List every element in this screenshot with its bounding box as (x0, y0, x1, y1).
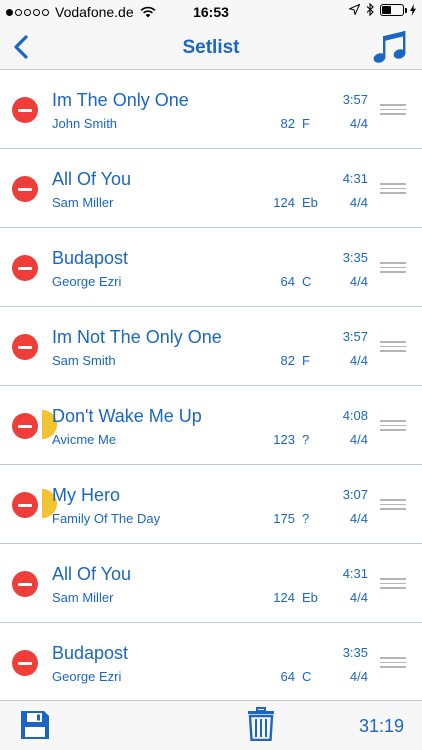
reorder-handle-icon[interactable] (380, 578, 406, 590)
song-time-signature: 4/4 (349, 116, 368, 131)
song-bpm: 82 (280, 116, 295, 131)
song-bpm: 82 (280, 353, 295, 368)
delete-row-icon[interactable] (12, 176, 38, 202)
song-title: Im Not The Only One (52, 327, 222, 347)
song-row[interactable]: All Of You Sam Miller 4:31 124 Eb 4/4 (0, 544, 422, 623)
song-duration: 3:57 (342, 329, 368, 344)
reorder-handle-icon[interactable] (380, 499, 406, 511)
song-row[interactable]: Im Not The Only One Sam Smith 3:57 82 F 4/4 (0, 307, 422, 386)
song-artist: Sam Miller (52, 590, 114, 605)
song-artist: George Ezri (52, 669, 122, 684)
floppy-disk-icon[interactable] (20, 710, 50, 740)
total-duration: 31:19 (358, 716, 404, 736)
song-bpm: 124 (273, 590, 295, 605)
reorder-handle-icon[interactable] (380, 183, 406, 195)
status-bar: Vodafone.de 16:53 (0, 0, 422, 24)
bottom-toolbar: 31:19 (0, 700, 422, 750)
song-key: ? (302, 511, 310, 526)
song-bpm: 64 (280, 669, 295, 684)
song-row[interactable]: My Hero Family Of The Day 3:07 175? 4/4 (0, 465, 422, 544)
trash-icon[interactable] (247, 707, 275, 741)
delete-row-icon[interactable] (12, 255, 38, 281)
song-artist: Sam Miller (52, 195, 114, 210)
song-title: All Of You (52, 564, 132, 584)
delete-row-icon[interactable] (12, 571, 38, 597)
reorder-handle-icon[interactable] (380, 262, 406, 274)
song-key: F (302, 116, 310, 131)
bluetooth-icon (366, 3, 374, 16)
delete-row-icon[interactable] (12, 492, 38, 518)
song-artist: Sam Smith (52, 353, 116, 368)
song-row[interactable]: All Of You Sam Miller 4:31 124 Eb 4/4 (0, 149, 422, 228)
song-time-signature: 4/4 (349, 274, 368, 289)
delete-row-icon[interactable] (12, 334, 38, 360)
song-title: Don't Wake Me Up (52, 406, 202, 426)
song-time-signature: 4/4 (349, 511, 368, 526)
song-artist: George Ezri (52, 274, 122, 289)
charging-bolt-icon (410, 3, 416, 16)
song-duration: 3:07 (342, 487, 368, 502)
song-bpm: 175 (273, 511, 295, 526)
song-time-signature: 4/4 (349, 432, 368, 447)
delete-row-icon[interactable] (12, 413, 38, 439)
reorder-handle-icon[interactable] (380, 341, 406, 353)
song-artist: John Smith (52, 116, 118, 131)
music-note-icon[interactable] (372, 28, 408, 66)
reorder-handle-icon[interactable] (380, 657, 406, 669)
setlist-table: Im The Only One John Smith 3:57 82 F 4/4 All O… (0, 70, 422, 700)
song-duration: 4:31 (342, 171, 368, 186)
song-time-signature: 4/4 (349, 195, 368, 210)
status-right (349, 3, 416, 16)
location-arrow-icon (349, 4, 360, 15)
song-time-signature: 4/4 (349, 590, 368, 605)
song-duration: 3:57 (342, 92, 368, 107)
song-duration: 4:08 (342, 408, 368, 423)
song-artist: Avicme Me (52, 432, 117, 447)
song-key: ? (302, 432, 310, 447)
battery-icon (380, 3, 407, 16)
song-row[interactable]: Budapost George Ezri 3:35 64 C 4/4 (0, 623, 422, 700)
song-bpm: 123 (273, 432, 295, 447)
reorder-handle-icon[interactable] (380, 420, 406, 432)
song-time-signature: 4/4 (349, 669, 368, 684)
song-key: C (302, 274, 312, 289)
song-bpm: 64 (280, 274, 295, 289)
song-bpm: 124 (273, 195, 295, 210)
song-key: Eb (302, 195, 318, 210)
reorder-handle-icon[interactable] (380, 104, 406, 116)
page-title: Setlist (182, 37, 240, 58)
delete-row-icon[interactable] (12, 650, 38, 676)
song-duration: 3:35 (342, 645, 368, 660)
song-title: My Hero (52, 485, 121, 505)
song-title: All Of You (52, 169, 132, 189)
song-title: Budapost (52, 643, 129, 663)
delete-row-icon[interactable] (12, 97, 38, 123)
song-duration: 4:31 (342, 566, 368, 581)
song-row[interactable]: Im The Only One John Smith 3:57 82 F 4/4 (0, 70, 422, 149)
song-title: Budapost (52, 248, 129, 268)
song-key: Eb (302, 590, 318, 605)
song-duration: 3:35 (342, 250, 368, 265)
song-key: C (302, 669, 312, 684)
song-time-signature: 4/4 (349, 353, 368, 368)
song-key: F (302, 353, 310, 368)
song-artist: Family Of The Day (52, 511, 161, 526)
song-row[interactable]: Don't Wake Me Up Avicme Me 4:08 123? 4/4 (0, 386, 422, 465)
song-title: Im The Only One (52, 90, 189, 110)
navigation-bar: Setlist (0, 24, 422, 70)
song-row[interactable]: Budapost George Ezri 3:35 64 C 4/4 (0, 228, 422, 307)
